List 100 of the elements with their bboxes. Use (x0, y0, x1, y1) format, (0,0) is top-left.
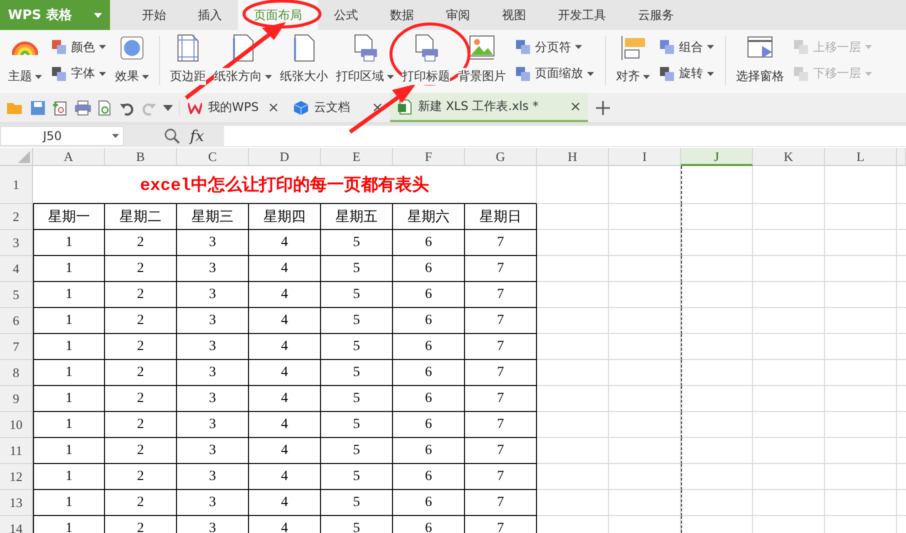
row-header[interactable]: 4 (0, 256, 33, 282)
ribbon-button[interactable]: 页面缩放 (513, 64, 596, 84)
table-cell: 2 (105, 516, 177, 533)
ribbon-button[interactable]: 旋转 (657, 64, 716, 84)
save-icon[interactable] (30, 100, 46, 116)
table-cell (753, 438, 825, 464)
function-button[interactable]: fx (190, 127, 220, 145)
table-cell: 4 (249, 386, 321, 412)
row-header[interactable]: 2 (0, 204, 33, 230)
ribbon-button[interactable]: 效果 (111, 32, 153, 93)
column-header[interactable]: B (105, 148, 177, 166)
table-cell: 3 (177, 282, 249, 308)
print-preview-icon[interactable] (97, 100, 114, 116)
menu-tab[interactable]: 开发工具 (542, 0, 622, 30)
table-cell: 星期二 (105, 204, 177, 230)
column-header[interactable]: D (249, 148, 321, 166)
ribbon-button[interactable]: 字体 (49, 64, 108, 84)
table-cell: 6 (393, 438, 465, 464)
column-header[interactable]: C (177, 148, 249, 166)
caret-icon (707, 45, 714, 50)
document-tab[interactable]: 我的WPS (180, 93, 286, 122)
table-cell: 7 (465, 334, 537, 360)
table-cell: 2 (105, 464, 177, 490)
table-cell: 7 (465, 230, 537, 256)
column-header[interactable]: F (393, 148, 465, 166)
table-cell (753, 386, 825, 412)
ribbon-button[interactable]: 打印区域 (332, 32, 398, 93)
ribbon-button[interactable]: 组合 (657, 38, 716, 57)
column-header[interactable]: L (825, 148, 897, 166)
table-cell (537, 166, 609, 204)
table-cell: 1 (33, 516, 105, 533)
table-cell: 4 (249, 334, 321, 360)
ribbon-button[interactable]: 背景图片 (454, 32, 510, 93)
ribbon-button[interactable]: 分页符 (513, 38, 596, 57)
ribbon-button[interactable]: 页边距 (166, 32, 210, 93)
table-cell: 7 (465, 256, 537, 282)
search-icon[interactable] (164, 128, 180, 144)
row-header[interactable]: 10 (0, 412, 33, 438)
menu-tab[interactable]: 插入 (182, 0, 238, 30)
table-cell: 6 (393, 230, 465, 256)
export-icon[interactable] (52, 100, 68, 116)
ribbon-button[interactable]: 打印标题 (398, 32, 454, 93)
row-header[interactable]: 7 (0, 334, 33, 360)
table-cell (609, 166, 681, 204)
ribbon-button[interactable]: 对齐 (612, 32, 654, 93)
print-icon[interactable] (74, 100, 92, 116)
table-cell: 星期六 (393, 204, 465, 230)
column-header[interactable]: J (681, 148, 753, 166)
ribbon-button[interactable]: 主题 (4, 32, 46, 93)
menu-tab[interactable]: 云服务 (622, 0, 690, 30)
row-header[interactable]: 8 (0, 360, 33, 386)
table-cell: 7 (465, 412, 537, 438)
table-cell: 6 (393, 490, 465, 516)
ribbon-button[interactable]: 颜色 (49, 38, 108, 57)
ribbon-button[interactable]: 纸张方向 (210, 32, 276, 93)
column-header[interactable]: A (33, 148, 105, 166)
sheet-title: excel中怎么让打印的每一页都有表头 (33, 166, 537, 204)
table-cell (753, 334, 825, 360)
column-header[interactable]: H (537, 148, 609, 166)
table-cell (609, 204, 681, 230)
table-cell: 2 (105, 282, 177, 308)
caret-icon (575, 45, 582, 50)
row-header[interactable]: 14 (0, 516, 33, 533)
close-icon[interactable] (373, 103, 382, 112)
column-header[interactable]: G (465, 148, 537, 166)
name-box[interactable]: J50 (0, 126, 124, 146)
column-header[interactable]: K (753, 148, 825, 166)
row-header[interactable]: 13 (0, 490, 33, 516)
table-cell: 2 (105, 360, 177, 386)
menu-tab[interactable]: 开始 (126, 0, 182, 30)
table-cell: 2 (105, 412, 177, 438)
document-tab-label: 新建 XLS 工作表.xls * (418, 98, 538, 115)
document-tab[interactable]: 新建 XLS 工作表.xls * (390, 93, 588, 122)
column-header[interactable]: I (609, 148, 681, 166)
menu-tab[interactable]: 审阅 (430, 0, 486, 30)
row-header[interactable]: 1 (0, 166, 33, 204)
formula-input-field[interactable] (224, 126, 906, 146)
menu-tab[interactable]: 公式 (318, 0, 374, 30)
table-cell (537, 464, 609, 490)
row-header[interactable]: 12 (0, 464, 33, 490)
new-tab-icon[interactable] (596, 100, 610, 114)
ribbon-button[interactable]: 选择窗格 (732, 32, 788, 93)
table-cell (609, 256, 681, 282)
document-tab[interactable]: 云文档 (286, 93, 390, 122)
table-cell: 1 (33, 464, 105, 490)
row-header[interactable]: 6 (0, 308, 33, 334)
close-icon[interactable] (269, 103, 278, 112)
column-header[interactable]: E (321, 148, 393, 166)
row-header[interactable]: 11 (0, 438, 33, 464)
menu-tab[interactable]: 数据 (374, 0, 430, 30)
caret-icon (94, 12, 102, 18)
caret-icon[interactable] (163, 104, 174, 110)
row-header[interactable]: 9 (0, 386, 33, 412)
close-icon[interactable] (571, 102, 580, 111)
table-cell: 7 (465, 464, 537, 490)
table-cell: 2 (105, 308, 177, 334)
row-header[interactable]: 5 (0, 282, 33, 308)
row-header[interactable]: 3 (0, 230, 33, 256)
menu-tab[interactable]: 视图 (486, 0, 542, 30)
ribbon-button[interactable]: 纸张大小 (276, 32, 332, 93)
